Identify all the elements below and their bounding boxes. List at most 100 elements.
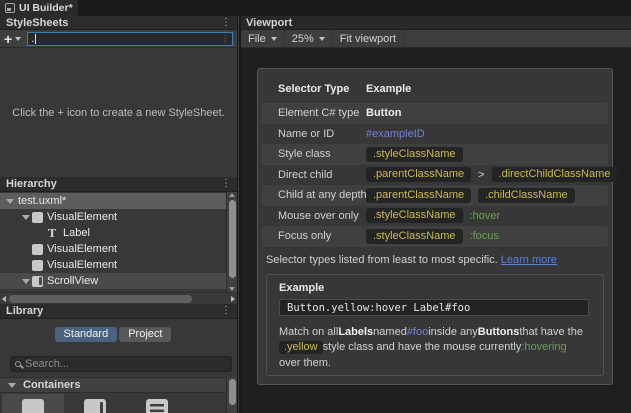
- class-chip: .styleClassName: [366, 228, 463, 244]
- selector-example: .parentClassName .childClassName: [366, 185, 575, 206]
- scroll-left-icon[interactable]: [2, 296, 6, 302]
- containers-label: Containers: [23, 379, 81, 391]
- pseudo-state: :hovering: [521, 341, 567, 354]
- tree-item-label: Label: [63, 227, 90, 239]
- text: Labels: [338, 325, 374, 338]
- library-header: Library ⋮: [0, 304, 237, 319]
- selector-type-label: Mouse over only: [278, 209, 359, 222]
- tree-item-test-uxml-[interactable]: test.uxml*: [0, 193, 226, 209]
- library-menu-icon[interactable]: ⋮: [221, 306, 231, 316]
- class-chip: .yellow: [279, 340, 323, 354]
- library-item-scroll-view[interactable]: [64, 394, 126, 413]
- selector-row-mouse-over-only: Mouse over only .styleClassName:hover: [262, 206, 608, 227]
- tree-item-visualelement[interactable]: VisualElement: [0, 209, 226, 225]
- tree-item-visualelement[interactable]: VisualElement: [0, 241, 226, 257]
- selector-example: Button: [366, 103, 401, 124]
- class-chip: .styleClassName: [366, 146, 463, 162]
- selector-type-label: Child at any depth: [278, 189, 367, 202]
- hierarchy-menu-icon[interactable]: ⋮: [221, 179, 231, 189]
- hierarchy-horizontal-scrollbar[interactable]: [0, 292, 237, 304]
- specificity-note: Selector types listed from least to most…: [266, 254, 604, 266]
- visual-element-icon: [22, 399, 44, 413]
- tab-title: UI Builder*: [19, 2, 73, 14]
- zoom-level-value: 25%: [291, 32, 314, 45]
- column-example: Example: [366, 83, 412, 95]
- scrollbar-thumb[interactable]: [228, 200, 236, 278]
- selector-help-card: Selector Type Example Element C# type But…: [257, 68, 618, 385]
- hierarchy-title: Hierarchy: [6, 178, 57, 190]
- tree-item-label: VisualElement: [47, 211, 118, 223]
- left-panel: StyleSheets ⋮ + . ⋮ Click the + icon to …: [0, 16, 237, 413]
- new-selector-value: .: [31, 32, 35, 45]
- learn-more-link[interactable]: Learn more: [501, 254, 557, 266]
- hierarchy-tree: test.uxml* VisualElement T Label VisualEleme…: [0, 192, 237, 292]
- text: that have the: [519, 325, 583, 338]
- expander-arrow-icon[interactable]: [20, 278, 32, 284]
- fit-viewport-button[interactable]: Fit viewport: [333, 30, 405, 47]
- scrollbar-thumb[interactable]: [228, 379, 236, 405]
- pseudo-state: :focus: [469, 230, 499, 243]
- chevron-down-icon: [270, 36, 277, 41]
- tree-item-label: VisualElement: [47, 243, 118, 255]
- search-input[interactable]: [25, 358, 227, 370]
- input-menu-icon[interactable]: ⋮: [221, 34, 229, 43]
- file-menu-button[interactable]: File: [241, 30, 285, 47]
- library-content: StandardProject Containers: [0, 319, 237, 413]
- selector-row-name-or-id: Name or ID #exampleID: [262, 124, 608, 145]
- scrollbar-thumb[interactable]: [9, 294, 192, 303]
- scroll-down-icon[interactable]: [229, 287, 235, 291]
- selector-row-focus-only: Focus only .styleClassName :focus: [262, 226, 608, 247]
- library-tab-project[interactable]: Project: [119, 327, 172, 342]
- stylesheets-menu-icon[interactable]: ⋮: [221, 17, 231, 28]
- tree-item-label: ScrollView: [47, 275, 99, 287]
- add-dropdown-icon[interactable]: [15, 36, 22, 41]
- foldout-arrow-icon[interactable]: [6, 382, 18, 388]
- visual-element-icon: [32, 259, 45, 271]
- class-chip: .childClassName: [478, 187, 575, 203]
- text: inside any: [428, 325, 478, 338]
- tree-item-visualelement[interactable]: VisualElement: [0, 257, 226, 273]
- scroll-right-icon[interactable]: [231, 296, 235, 302]
- selector-type-label: Direct child: [278, 168, 333, 181]
- text-caret: [35, 33, 37, 44]
- scroll-view-icon: [84, 399, 106, 413]
- text: over them.: [279, 356, 331, 369]
- scroll-up-icon[interactable]: [229, 193, 235, 197]
- stylesheets-empty-state: Click the + icon to create a new StyleSh…: [0, 48, 237, 177]
- file-menu-label: File: [248, 32, 266, 45]
- add-stylesheet-button[interactable]: +: [4, 32, 12, 46]
- library-item-list-view[interactable]: [126, 394, 188, 413]
- new-selector-input[interactable]: . ⋮: [27, 31, 233, 46]
- library-vertical-scrollbar[interactable]: [226, 377, 237, 413]
- selector-example: .parentClassName > .directChildClassName: [366, 165, 618, 186]
- hierarchy-vertical-scrollbar[interactable]: [226, 192, 237, 292]
- library-search[interactable]: [10, 356, 232, 372]
- expander-arrow-icon[interactable]: [4, 198, 16, 204]
- viewport-header: Viewport: [241, 16, 631, 30]
- ui-builder-tab[interactable]: UI Builder*: [0, 0, 78, 16]
- containers-foldout[interactable]: Containers: [0, 377, 226, 393]
- viewport-title: Viewport: [246, 16, 293, 29]
- viewport-canvas[interactable]: Selector Type Example Element C# type But…: [241, 48, 631, 413]
- visual-element-icon: [32, 211, 45, 223]
- table-header: Selector Type Example: [258, 83, 612, 99]
- text: Button: [366, 107, 402, 120]
- tree-item-label[interactable]: T Label: [0, 225, 226, 241]
- class-chip: .directChildClassName: [491, 167, 618, 183]
- window-tab-bar: UI Builder*: [0, 0, 631, 16]
- example-title: Example: [279, 282, 325, 294]
- expander-arrow-icon[interactable]: [20, 214, 32, 220]
- fit-viewport-label: Fit viewport: [339, 32, 397, 45]
- selector-type-label: Focus only: [278, 230, 332, 243]
- zoom-dropdown[interactable]: 25%: [285, 30, 333, 47]
- selector-row-element-c-type: Element C# type Button: [262, 103, 608, 124]
- viewport-toolbar: File 25% Fit viewport: [241, 30, 631, 48]
- hierarchy-header: Hierarchy ⋮: [0, 177, 237, 192]
- ui-builder-icon: [5, 3, 15, 13]
- tree-item-scrollview[interactable]: ScrollView: [0, 273, 226, 289]
- description-line: Match on all Labels named #foo inside an…: [279, 324, 595, 340]
- library-item-visual-element[interactable]: [2, 394, 64, 413]
- library-tab-standard[interactable]: Standard: [54, 327, 118, 342]
- stylesheets-header: StyleSheets ⋮: [0, 16, 237, 30]
- example-code-box: Button.yellow:hover Label#foo: [279, 299, 589, 316]
